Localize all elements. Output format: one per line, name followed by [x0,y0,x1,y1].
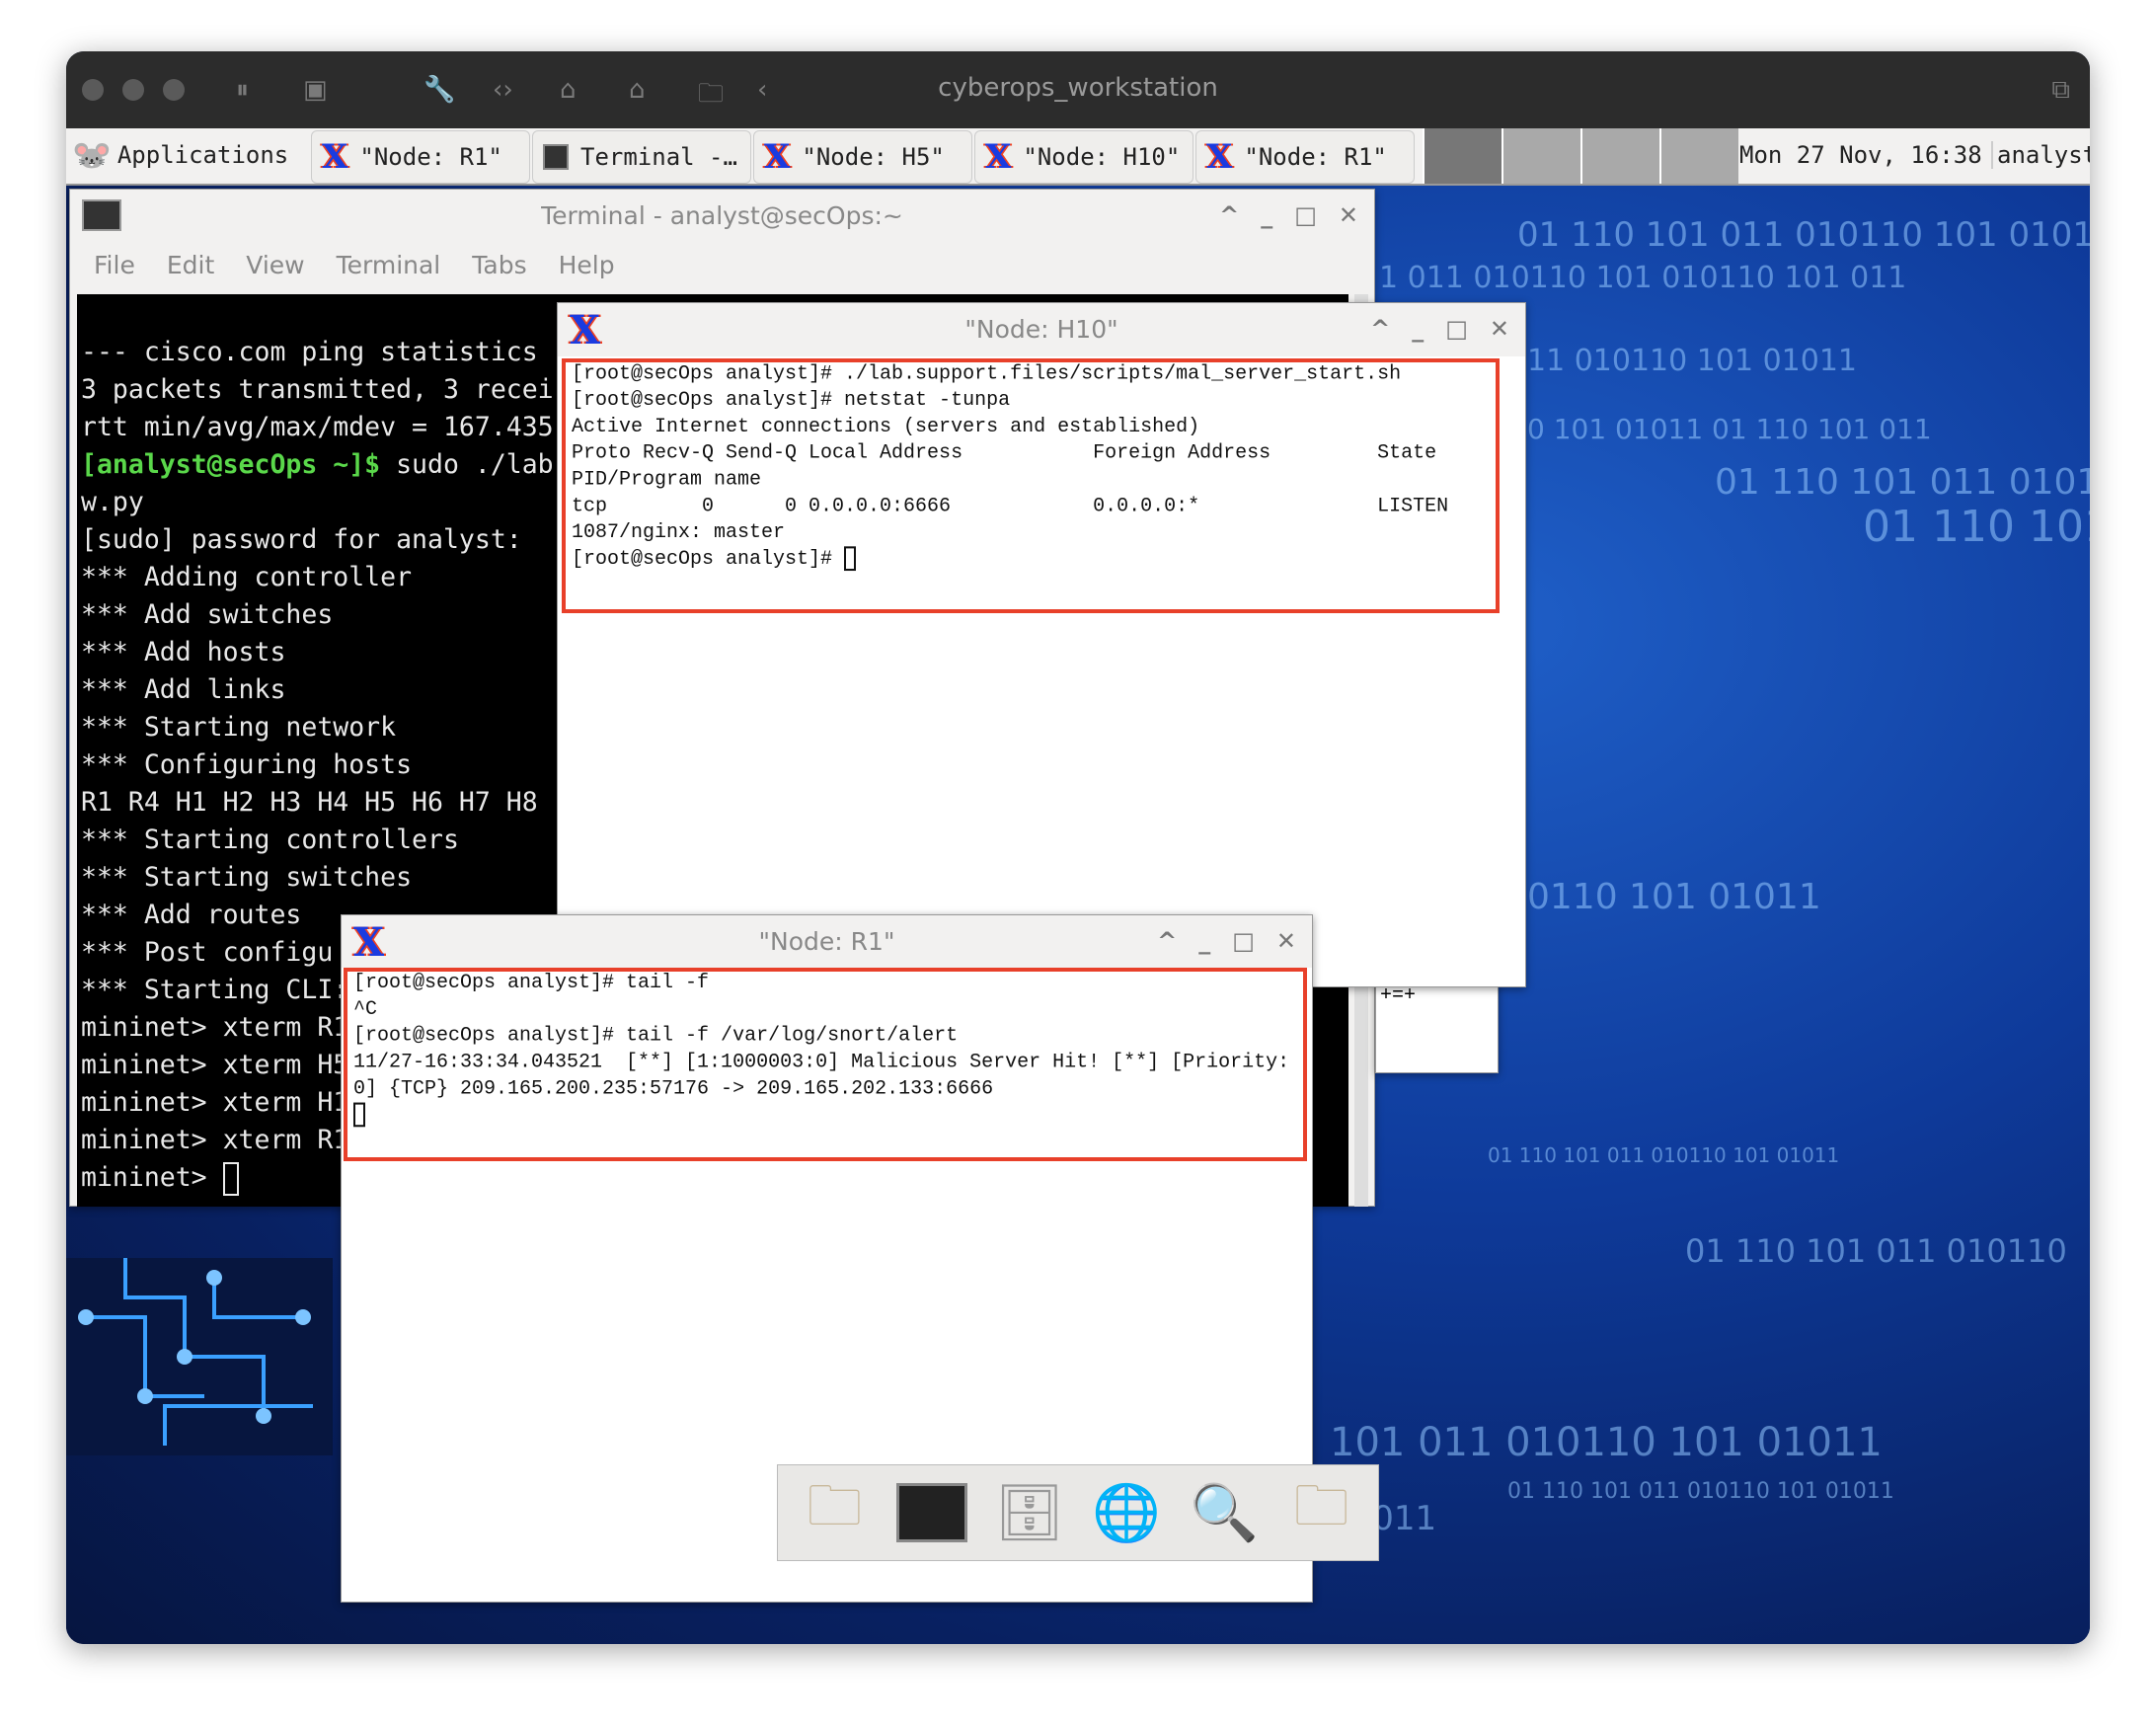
background-xterm-window: +=+ [1375,980,1499,1073]
wallpaper-binary: 0110 101 01011 [1527,877,1821,917]
terminal-icon[interactable] [892,1473,971,1552]
window-text: +=+ [1380,984,1417,1007]
xterm-line: [root@secOps analyst]# netstat -tunpa [572,388,1011,413]
task-node-h5[interactable]: X "Node: H5" [753,130,972,184]
circuit-graphic [78,1258,313,1446]
wallpaper-binary: 01 110 101 011 010110 [1685,1232,2067,1270]
wallpaper-binary: 1 011 010110 101 010110 101 011 [1379,261,1907,295]
wallpaper-binary: 0 101 01011 01 110 101 011 [1527,413,1932,445]
task-label: "Node: R1" [359,143,502,171]
window-controls: ^ _ □ ✕ [1370,315,1509,343]
window-controls: ^ _ □ ✕ [1219,201,1358,229]
taskbar: 🐭 Applications X "Node: R1" Terminal -… X… [66,128,2090,186]
xterm-icon: X [322,137,348,177]
task-label: "Node: H10" [1023,143,1181,171]
xterm-line: 0] {TCP} 209.165.200.235:57176 -> 209.16… [353,1076,994,1101]
menu-terminal[interactable]: Terminal [337,251,441,279]
terminal-icon [543,144,569,170]
shell-prompt: [analyst@secOps ~]$ [81,449,381,480]
wallpaper-circuit [66,1258,333,1455]
task-node-r1-2[interactable]: X "Node: R1" [1195,130,1415,184]
xterm-output[interactable]: [root@secOps analyst]# ./lab.support.fil… [566,357,1454,578]
wallpaper-binary: 11 010110 101 01011 [1527,344,1857,378]
xterm-line: PID/Program name [572,468,762,492]
xterm-line: [root@secOps analyst]# tail -f /var/log/… [353,1024,959,1048]
shade-icon[interactable]: ^ [1157,927,1177,955]
vm-window: ⏸ ▣ 🔧 ‹› ⌂ ⌂ 🗀 ‹ cyberops_workstation ⧉ … [66,51,2090,1644]
close-icon[interactable]: ✕ [1490,315,1509,343]
xterm-line: 11/27-16:33:34.043521 [**] [1:1000003:0]… [353,1051,1290,1074]
wallpaper-binary: 01 110 101 011 010110 101 0101 [1517,215,2090,255]
xterm-icon: X [985,137,1012,177]
xterm-line: 1087/nginx: master [572,520,786,545]
applications-menu[interactable]: 🐭 Applications [72,136,288,174]
xterm-line: ^C [353,997,378,1022]
maximize-icon[interactable]: □ [1232,927,1255,955]
task-terminal[interactable]: Terminal -… [532,130,751,184]
wallpaper-binary: 01 110 101 011 010110 101 01011 [1488,1143,1840,1167]
xterm-line: [root@secOps analyst]# ./lab.support.fil… [572,361,1402,386]
menu-tabs[interactable]: Tabs [472,251,526,279]
xterm-line: [root@secOps analyst]# tail -f [353,971,710,995]
shell-prompt: [root@secOps analyst]# [572,547,845,572]
menu-file[interactable]: File [94,251,135,279]
close-icon[interactable]: ✕ [1339,201,1358,229]
minimize-icon[interactable]: _ [1261,201,1272,229]
maximize-icon[interactable]: □ [1294,201,1317,229]
workspace-4[interactable] [1659,128,1738,184]
folder-home-icon[interactable]: 🗀 [795,1473,874,1552]
window-controls: ^ _ □ ✕ [1157,927,1296,955]
xterm-icon: X [764,137,791,177]
menu-help[interactable]: Help [559,251,615,279]
cursor [222,1161,239,1196]
workspace-2[interactable] [1502,128,1580,184]
shade-icon[interactable]: ^ [1370,315,1390,343]
xterm-node-h10: X "Node: H10" ^ _ □ ✕ [root@secOps analyst]… [557,302,1526,987]
task-node-h10[interactable]: X "Node: H10" [974,130,1194,184]
wallpaper-binary: 01 110 101 011 0101 [1715,462,2090,503]
xterm-line [353,1102,1289,1130]
cursor [353,1102,365,1128]
workspace-1[interactable] [1423,128,1502,184]
close-icon[interactable]: ✕ [1276,927,1296,955]
xterm-line: Proto Recv-Q Send-Q Local Address Foreig… [572,441,1437,465]
cursor [844,546,857,572]
fullscreen-icon[interactable]: ⧉ [2051,75,2070,106]
wallpaper-binary: 01 110 101 [1863,502,2090,552]
window-title: Terminal - analyst@secOps:~ [541,201,903,230]
task-label: Terminal -… [580,143,737,171]
task-label: "Node: R1" [1244,143,1387,171]
host-titlebar: ⏸ ▣ 🔧 ‹› ⌂ ⌂ 🗀 ‹ cyberops_workstation ⧉ [66,51,2090,128]
xterm-line: Active Internet connections (servers and… [572,415,1200,439]
xterm-line: [root@secOps analyst]# [572,546,1448,573]
file-cabinet-icon[interactable]: 🗄 [990,1473,1069,1552]
maximize-icon[interactable]: □ [1445,315,1468,343]
shade-icon[interactable]: ^ [1219,201,1239,229]
workspace-3[interactable] [1580,128,1659,184]
minimize-icon[interactable]: _ [1412,315,1424,343]
user-menu[interactable]: analyst [1991,141,2090,169]
task-node-r1[interactable]: X "Node: R1" [311,130,530,184]
applications-label: Applications [116,141,289,169]
menu-view[interactable]: View [246,251,304,279]
shell-command: sudo ./lab [380,449,554,480]
xfce-mouse-icon: 🐭 [72,136,112,174]
mininet-prompt: mininet> [81,1162,223,1193]
xterm-line: tcp 0 0 0.0.0.0:6666 0.0.0.0:* LISTEN [572,494,1449,518]
xterm-output[interactable]: [root@secOps analyst]# tail -f ^C [root@se… [347,967,1295,1134]
clock[interactable]: Mon 27 Nov, 16:38 [1739,141,1982,169]
xterm-icon: X [1206,137,1233,177]
web-browser-icon[interactable]: 🌐 [1087,1473,1166,1552]
wallpaper-binary: 101 011 010110 101 01011 [1330,1420,1883,1465]
menu-bar: File Edit View Terminal Tabs Help [94,251,615,279]
search-icon[interactable]: 🔍 [1185,1473,1264,1552]
dock: 🗀 🗄 🌐 🔍 🗀 [777,1464,1379,1561]
host-title: cyberops_workstation [938,73,1218,103]
minimize-icon[interactable]: _ [1198,927,1210,955]
menu-edit[interactable]: Edit [167,251,214,279]
folder-icon[interactable]: 🗀 [1282,1473,1361,1552]
wallpaper-binary: 01 110 101 011 010110 101 01011 [1507,1479,1894,1504]
task-label: "Node: H5" [802,143,945,171]
